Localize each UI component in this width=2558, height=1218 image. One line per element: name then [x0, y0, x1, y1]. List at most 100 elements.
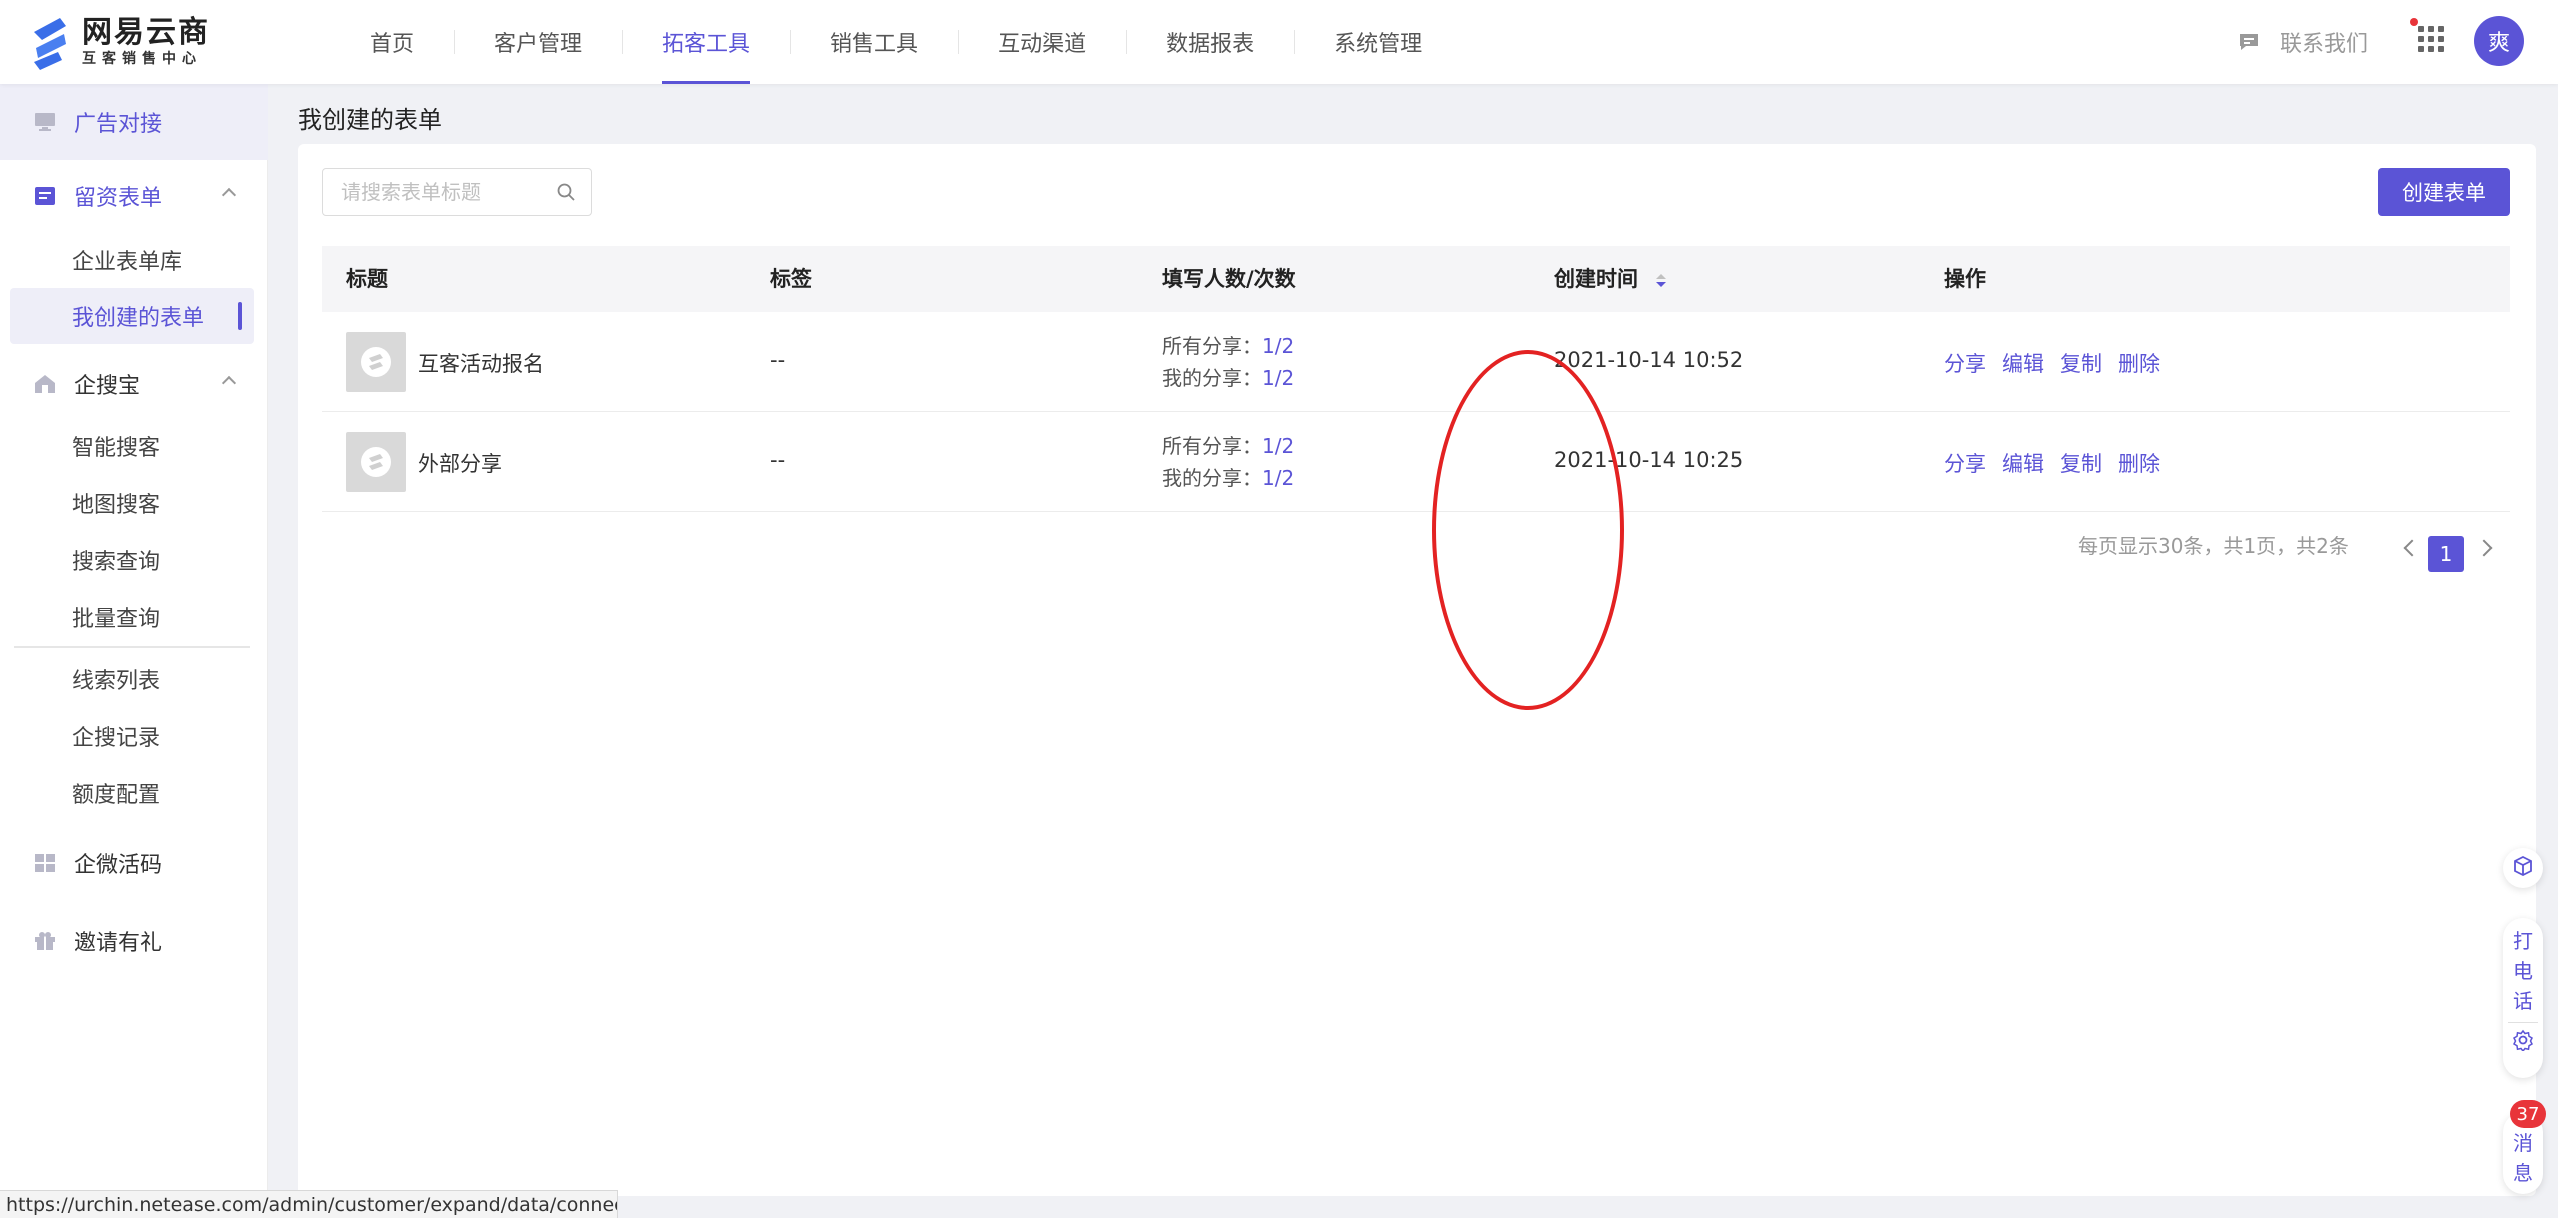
- stat-all-label: 所有分享：: [1162, 334, 1262, 358]
- col-tag: 标签: [770, 267, 812, 291]
- form-title[interactable]: 外部分享: [418, 448, 502, 478]
- logo-subtitle: 互客销售中心: [82, 51, 202, 67]
- stat-mine-value[interactable]: 1/2: [1262, 466, 1294, 490]
- delete-action[interactable]: 删除: [2118, 348, 2160, 378]
- status-url: https://urchin.netease.com/admin/custome…: [0, 1190, 618, 1218]
- sidebar-item-ad[interactable]: 广告对接: [0, 84, 268, 160]
- messages-badge: 37: [2510, 1100, 2546, 1128]
- call-button[interactable]: 打 电 话: [2503, 926, 2543, 1016]
- stat-all-value[interactable]: 1/2: [1262, 334, 1294, 358]
- fill-stats: 所有分享：1/2 我的分享：1/2: [1162, 330, 1294, 394]
- sidebar-item-map-search[interactable]: 地图搜客: [0, 475, 268, 531]
- sort-icon[interactable]: [1656, 274, 1666, 288]
- stat-all-label: 所有分享：: [1162, 434, 1262, 458]
- chevron-left-icon[interactable]: [2403, 539, 2421, 557]
- nav-customer-management[interactable]: 客户管理: [454, 0, 622, 84]
- table-header: 标题 标签 填写人数/次数 创建时间 操作: [322, 246, 2510, 312]
- main-nav: 首页 客户管理 拓客工具 销售工具 互动渠道 数据报表 系统管理: [330, 0, 1462, 84]
- form-thumbnail: [346, 432, 406, 492]
- sidebar-item-my-forms[interactable]: 我创建的表单: [10, 288, 254, 344]
- sidebar-item-wechat-code[interactable]: 企微活码: [0, 833, 268, 893]
- created-time: 2021-10-14 10:52: [1554, 348, 1744, 372]
- col-title: 标题: [346, 267, 388, 291]
- sidebar-divider: [14, 646, 250, 648]
- sidebar-group-forms[interactable]: 留资表单: [0, 166, 268, 226]
- delete-action[interactable]: 删除: [2118, 448, 2160, 478]
- grid-tiles-icon: [34, 853, 56, 873]
- stat-mine-label: 我的分享：: [1162, 466, 1262, 490]
- table-row: 互客活动报名 -- 所有分享：1/2 我的分享：1/2 2021-10-14 1…: [322, 312, 2510, 412]
- pagination-summary: 每页显示30条，共1页，共2条: [2078, 534, 2349, 558]
- share-action[interactable]: 分享: [1944, 448, 1986, 478]
- table-row: 外部分享 -- 所有分享：1/2 我的分享：1/2 2021-10-14 10:…: [322, 412, 2510, 512]
- contact-us-link[interactable]: 联系我们: [2238, 24, 2368, 60]
- settings-icon[interactable]: [2512, 1029, 2534, 1055]
- page-number-current[interactable]: 1: [2428, 536, 2464, 572]
- sidebar-item-invite[interactable]: 邀请有礼: [0, 911, 268, 971]
- stat-mine-label: 我的分享：: [1162, 366, 1262, 390]
- sidebar-group-label: 企搜宝: [74, 374, 141, 399]
- col-actions: 操作: [1944, 267, 1986, 291]
- row-actions: 分享 编辑 复制 删除: [1944, 348, 2160, 378]
- row-actions: 分享 编辑 复制 删除: [1944, 448, 2160, 478]
- search-input[interactable]: [341, 180, 541, 204]
- fill-stats: 所有分享：1/2 我的分享：1/2: [1162, 430, 1294, 494]
- monitor-icon: [34, 112, 56, 132]
- form-title[interactable]: 互客活动报名: [418, 348, 544, 378]
- form-tag: --: [770, 348, 786, 372]
- sidebar-item-search-query[interactable]: 搜索查询: [0, 532, 268, 588]
- nav-data-reports[interactable]: 数据报表: [1126, 0, 1294, 84]
- cube-icon: [2512, 855, 2534, 881]
- search-icon[interactable]: [557, 183, 575, 201]
- copy-action[interactable]: 复制: [2060, 448, 2102, 478]
- home-icon: [34, 374, 56, 394]
- cube-button[interactable]: [2503, 848, 2543, 888]
- chevron-up-icon: [221, 375, 237, 391]
- nav-interactive-channels[interactable]: 互动渠道: [958, 0, 1126, 84]
- logo-title: 网易云商: [82, 15, 210, 50]
- stat-mine-value[interactable]: 1/2: [1262, 366, 1294, 390]
- sidebar-item-label: 企微活码: [74, 853, 163, 878]
- forms-card: 创建表单 标题 标签 填写人数/次数 创建时间 操作 互客活动报名 -- 所有分…: [298, 144, 2536, 1196]
- sidebar-group-qisou[interactable]: 企搜宝: [0, 354, 268, 414]
- create-form-button[interactable]: 创建表单: [2378, 168, 2510, 216]
- sidebar-item-enterprise-forms[interactable]: 企业表单库: [0, 232, 268, 288]
- nav-sales-tools[interactable]: 销售工具: [790, 0, 958, 84]
- edit-action[interactable]: 编辑: [2002, 448, 2044, 478]
- created-time: 2021-10-14 10:25: [1554, 448, 1744, 472]
- search-box[interactable]: [322, 168, 592, 216]
- gift-icon: [34, 931, 56, 951]
- nav-system-management[interactable]: 系统管理: [1294, 0, 1462, 84]
- form-icon: [34, 186, 56, 206]
- sidebar-item-label: 邀请有礼: [74, 931, 163, 956]
- form-tag: --: [770, 448, 786, 472]
- copy-action[interactable]: 复制: [2060, 348, 2102, 378]
- form-thumbnail: [346, 332, 406, 392]
- sidebar-item-search-records[interactable]: 企搜记录: [0, 708, 268, 764]
- notification-dot: [2410, 18, 2418, 26]
- sidebar-item-smart-search[interactable]: 智能搜客: [0, 418, 268, 474]
- sidebar-group-label: 留资表单: [74, 186, 163, 211]
- stat-all-value[interactable]: 1/2: [1262, 434, 1294, 458]
- chat-icon: [2238, 32, 2260, 52]
- nav-home[interactable]: 首页: [330, 0, 454, 84]
- col-created-time[interactable]: 创建时间: [1554, 246, 1638, 312]
- contact-us-label: 联系我们: [2280, 32, 2369, 57]
- sidebar-item-batch-query[interactable]: 批量查询: [0, 589, 268, 645]
- apps-grid-icon[interactable]: [2418, 26, 2444, 52]
- logo[interactable]: 网易云商 互客销售中心: [30, 12, 230, 72]
- nav-prospecting-tools[interactable]: 拓客工具: [622, 0, 790, 84]
- chevron-up-icon: [221, 187, 237, 203]
- share-action[interactable]: 分享: [1944, 348, 1986, 378]
- sidebar-item-lead-list[interactable]: 线索列表: [0, 651, 268, 707]
- top-navbar: 网易云商 互客销售中心 首页 客户管理 拓客工具 销售工具 互动渠道 数据报表 …: [0, 0, 2558, 84]
- logo-icon: [30, 14, 70, 70]
- edit-action[interactable]: 编辑: [2002, 348, 2044, 378]
- sidebar: 广告对接 留资表单 企业表单库 我创建的表单 企搜宝 智能搜客 地图搜客 搜索查…: [0, 84, 268, 1218]
- page-title: 我创建的表单: [298, 106, 442, 134]
- chevron-right-icon[interactable]: [2475, 539, 2493, 557]
- sidebar-item-quota-config[interactable]: 额度配置: [0, 765, 268, 821]
- col-fill-count: 填写人数/次数: [1162, 267, 1296, 291]
- sidebar-item-label: 广告对接: [74, 112, 163, 137]
- avatar[interactable]: 爽: [2474, 16, 2524, 66]
